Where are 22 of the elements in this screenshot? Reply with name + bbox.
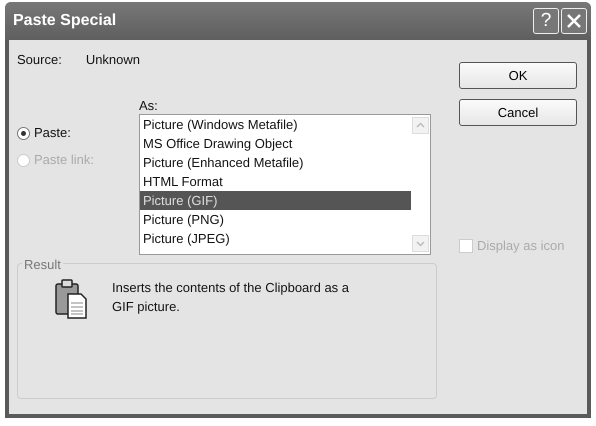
list-item[interactable]: HTML Format	[140, 172, 411, 190]
close-icon	[566, 13, 582, 29]
dialog-button[interactable]: Cancel	[459, 99, 577, 126]
list-item[interactable]: Picture (Windows Metafile)	[140, 114, 411, 134]
list-item[interactable]: Picture (GIF)	[140, 190, 411, 210]
window-title: Paste Special	[13, 11, 116, 31]
result-description: Inserts the contents of the Clipboard as a GIF picture.	[112, 278, 350, 316]
as-label: As:	[139, 98, 158, 112]
list-item[interactable]: Picture (PNG)	[140, 210, 411, 228]
clipboard-icon	[54, 278, 88, 320]
radio-label[interactable]: Paste:	[34, 123, 71, 143]
list-item[interactable]: Picture (JPEG)	[140, 228, 411, 248]
list-item[interactable]: MS Office Drawing Object	[140, 134, 411, 152]
dialog-button[interactable]: OK	[459, 62, 577, 89]
radio-button[interactable]	[17, 126, 30, 140]
list-item[interactable]: Picture (Enhanced Metafile)	[140, 152, 411, 172]
scroll-down-icon[interactable]	[412, 234, 429, 252]
source-value: Unknown	[86, 51, 140, 69]
help-button[interactable]: ?	[533, 8, 559, 34]
close-button[interactable]	[561, 8, 587, 34]
source-label: Source:	[17, 51, 62, 69]
scroll-up-icon[interactable]	[412, 116, 429, 134]
